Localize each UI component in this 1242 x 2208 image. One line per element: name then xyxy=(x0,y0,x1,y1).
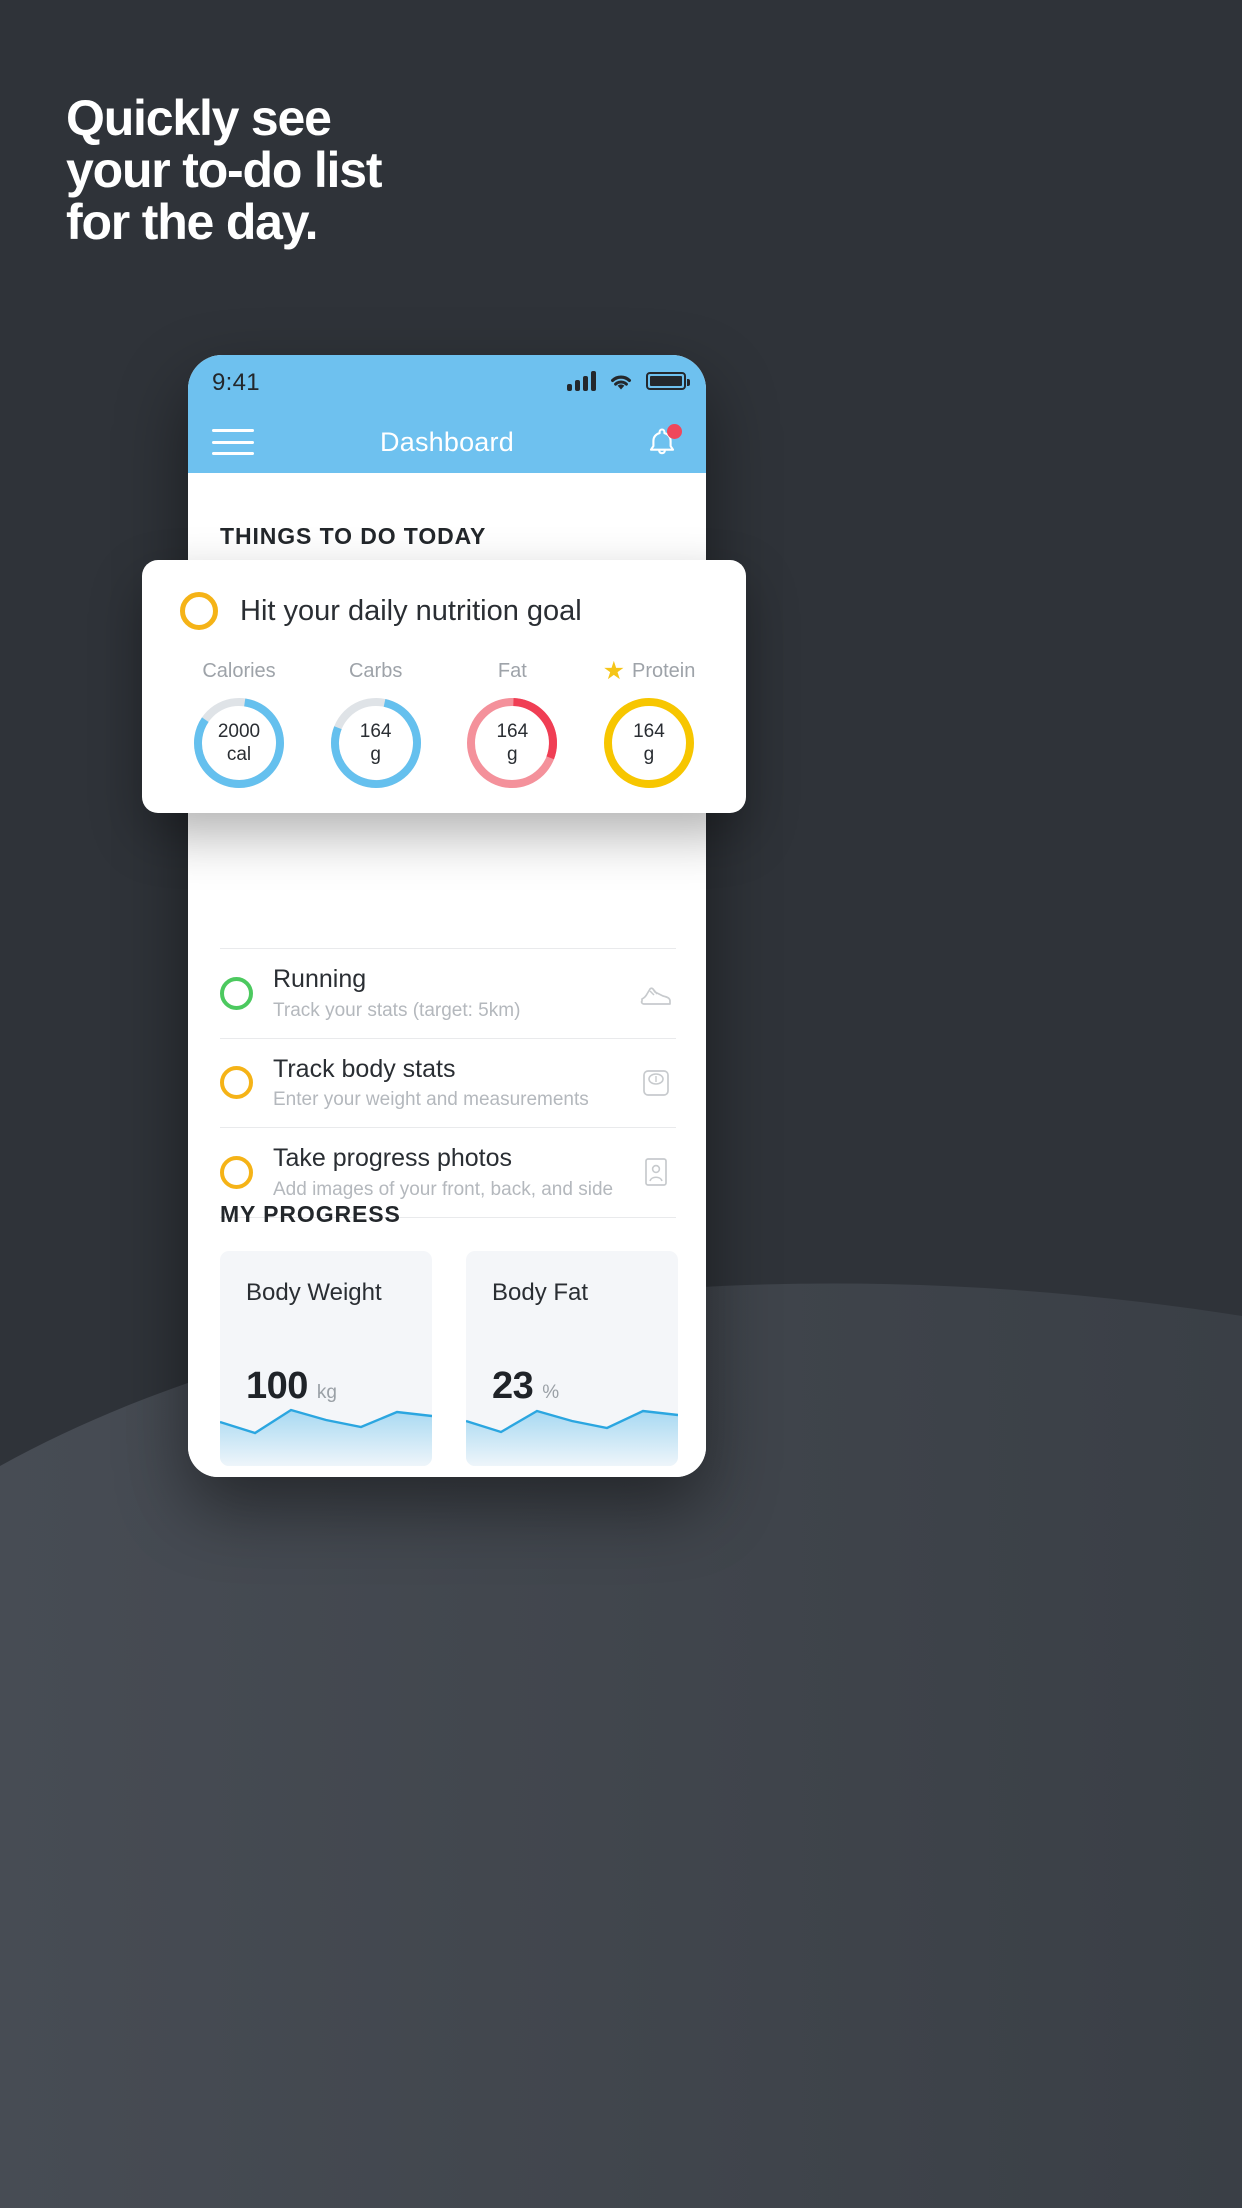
todo-text: Track body stats Enter your weight and m… xyxy=(273,1055,616,1112)
bell-icon[interactable] xyxy=(642,422,682,462)
macro-value: 164 xyxy=(496,720,529,742)
things-to-do-heading: THINGS TO DO TODAY xyxy=(220,523,487,549)
macro-value: 2000 xyxy=(217,720,261,742)
macro-unit: g xyxy=(370,744,381,765)
promo-screenshot: Quickly see your to-do list for the day.… xyxy=(0,0,1242,2208)
phone-top-bar: 9:41 Dashboard xyxy=(188,355,706,473)
macro-value-group: 2000 cal xyxy=(190,694,288,792)
card-label: Body Weight xyxy=(246,1279,382,1306)
star-icon: ★ xyxy=(602,656,625,685)
macro-unit: g xyxy=(507,744,518,765)
todo-subtitle: Add images of your front, back, and side xyxy=(273,1178,614,1200)
notification-badge xyxy=(667,424,682,439)
macro-value: 164 xyxy=(359,720,392,742)
macro-label-text: Protein xyxy=(631,659,696,682)
macro-label: Calories xyxy=(172,658,306,684)
list-item[interactable]: Running Track your stats (target: 5km) xyxy=(220,948,676,1039)
status-bar-time: 9:41 xyxy=(212,369,260,396)
todo-text: Running Track your stats (target: 5km) xyxy=(273,965,616,1022)
body-fat-sparkline xyxy=(466,1409,678,1466)
macro-unit: g xyxy=(643,744,655,765)
nutrition-card-title: Hit your daily nutrition goal xyxy=(240,594,582,627)
body-weight-sparkline xyxy=(220,1408,432,1466)
macro-label: Carbs xyxy=(309,658,443,684)
macro-calories[interactable]: Calories 2000 cal xyxy=(172,658,306,792)
macro-label-text: Fat xyxy=(497,659,527,682)
todo-title: Take progress photos xyxy=(273,1144,513,1172)
progress-card-grid: Body Weight 100 kg Body Fat 23 % xyxy=(220,1251,678,1466)
promo-headline: Quickly see your to-do list for the day. xyxy=(66,90,383,250)
macro-value-group: 164 g xyxy=(327,694,425,792)
progress-card-body-fat[interactable]: Body Fat 23 % xyxy=(466,1251,678,1466)
checkbox-ring-icon[interactable] xyxy=(220,1066,253,1100)
signal-bars-icon xyxy=(567,371,596,391)
phone-mockup: 9:41 Dashboard THINGS TO DO TODAY Runnin… xyxy=(188,355,706,1477)
list-item[interactable]: Track body stats Enter your weight and m… xyxy=(220,1039,676,1128)
macro-progress-ring: 164 g xyxy=(600,694,698,792)
battery-icon xyxy=(646,372,690,390)
weight-scale-icon xyxy=(636,1063,676,1103)
todo-subtitle: Enter your weight and measurements xyxy=(273,1089,589,1110)
status-bar-icons xyxy=(567,371,690,391)
running-shoe-icon xyxy=(636,973,676,1013)
macro-label-text: Calories xyxy=(202,659,276,682)
macro-value-group: 164 g xyxy=(600,694,698,792)
hamburger-menu-icon[interactable] xyxy=(212,429,254,455)
progress-card-body-weight[interactable]: Body Weight 100 kg xyxy=(220,1251,432,1466)
checkbox-ring-icon[interactable] xyxy=(220,976,253,1010)
macro-progress-ring: 164 g xyxy=(327,694,425,792)
macro-label: Fat xyxy=(445,658,579,684)
wifi-icon xyxy=(608,371,634,391)
page-title: Dashboard xyxy=(380,426,514,457)
phone-navbar: Dashboard xyxy=(188,411,706,473)
macro-progress-ring: 2000 cal xyxy=(190,694,288,792)
macro-value: 164 xyxy=(633,720,665,742)
macro-label-text: Carbs xyxy=(348,659,403,682)
macro-value-group: 164 g xyxy=(463,694,561,792)
nutrition-card-header: Hit your daily nutrition goal xyxy=(180,592,582,630)
todo-subtitle: Track your stats (target: 5km) xyxy=(273,999,521,1021)
my-progress-heading: MY PROGRESS xyxy=(220,1201,401,1227)
todo-title: Track body stats xyxy=(273,1054,456,1083)
portrait-photo-icon xyxy=(636,1152,676,1192)
checkbox-ring-icon[interactable] xyxy=(220,1155,253,1189)
macro-unit: cal xyxy=(226,744,252,765)
macro-progress-ring: 164 g xyxy=(463,694,561,792)
nutrition-goal-card[interactable]: Hit your daily nutrition goal Calories 2… xyxy=(142,560,746,813)
macro-ring-group: Calories 2000 cal Carbs 164 g Fat 164 g … xyxy=(172,658,716,792)
todo-title: Running xyxy=(273,965,367,993)
macro-protein[interactable]: ★ Protein 164 g xyxy=(582,658,716,792)
macro-carbs[interactable]: Carbs 164 g xyxy=(309,658,443,792)
checkbox-ring-icon[interactable] xyxy=(180,592,218,630)
macro-fat[interactable]: Fat 164 g xyxy=(445,658,579,792)
todo-text: Take progress photos Add images of your … xyxy=(273,1144,616,1201)
card-label: Body Fat xyxy=(492,1279,589,1306)
todo-list: Running Track your stats (target: 5km) T… xyxy=(220,948,676,1218)
macro-label: ★ Protein xyxy=(582,658,716,684)
